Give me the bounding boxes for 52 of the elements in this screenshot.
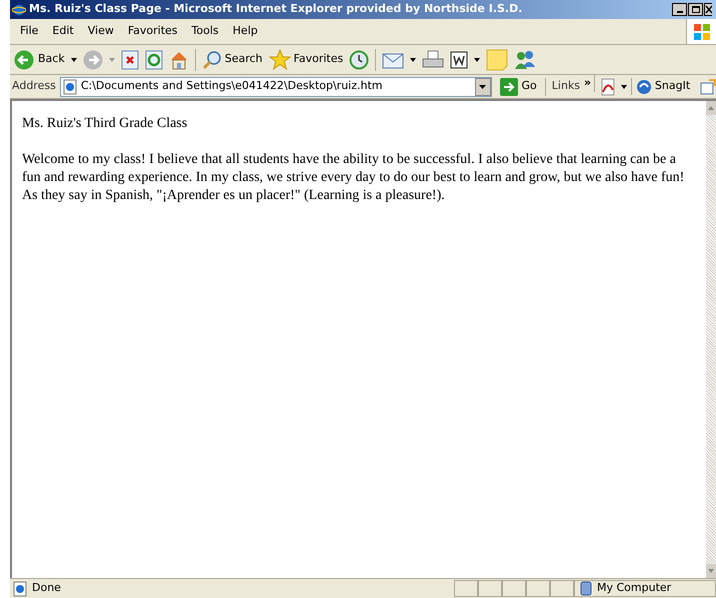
home-icon[interactable] <box>168 50 189 70</box>
menu-item[interactable]: Help <box>226 23 265 40</box>
zone-text: My Computer <box>597 580 672 596</box>
menu-item[interactable]: View <box>80 23 121 40</box>
history-icon[interactable] <box>349 50 370 70</box>
dropdown-icon <box>479 84 486 88</box>
menu-item[interactable]: File <box>13 23 46 40</box>
people-icon[interactable] <box>514 50 536 70</box>
address-label: Address <box>12 78 56 94</box>
search-button[interactable]: Search <box>202 50 263 70</box>
browser-icon <box>12 2 26 16</box>
menu-item[interactable]: Favorites <box>120 23 185 40</box>
maximize-icon <box>692 6 700 13</box>
links-label[interactable]: Links <box>550 78 580 95</box>
dropdown-icon[interactable] <box>70 58 77 62</box>
back-button[interactable]: Back <box>14 50 65 70</box>
chevron-button[interactable]: » <box>584 75 596 92</box>
mail-icon[interactable] <box>382 50 404 68</box>
menu-item[interactable]: Tools <box>184 23 226 40</box>
dropdown-icon[interactable] <box>410 58 416 62</box>
computer-icon <box>579 581 593 596</box>
search-icon <box>202 50 222 70</box>
scrollbar[interactable] <box>706 101 716 578</box>
dropdown-button[interactable] <box>474 78 491 96</box>
go-button[interactable]: Go <box>496 78 546 96</box>
page-icon <box>62 78 78 94</box>
arrow-right-icon <box>500 78 518 96</box>
maximize-button[interactable] <box>688 3 703 16</box>
close-icon <box>705 4 712 15</box>
stop-icon[interactable] <box>120 50 139 70</box>
snagit-button[interactable]: SnagIt <box>630 78 690 95</box>
favorites-button[interactable]: Favorites <box>268 48 344 70</box>
dropdown-icon[interactable] <box>474 58 480 62</box>
address-field[interactable]: C:\Documents and Settings\e041422\Desktop\ruiz.htm <box>60 76 492 96</box>
menu-item[interactable]: Edit <box>45 23 81 40</box>
status-text: Done <box>32 580 61 596</box>
page-heading: Ms. Ruiz's Third Grade Class <box>22 115 188 133</box>
close-button[interactable] <box>704 3 712 16</box>
paragraph: Welcome to my class! I believe that all students have the ability to be successful. I also believe that learning can be a fun and rewarding experience. In my class, we strive every day to do our best to learn and grow, but we also have fun! As they say in Spanish, "¡Aprender es un placer!" (Learning is a pleasure!). <box>22 151 686 205</box>
swirl-icon <box>636 78 652 94</box>
printer-icon[interactable] <box>422 50 444 70</box>
minimize-icon <box>676 11 682 13</box>
dropdown-icon[interactable] <box>620 84 627 88</box>
page-icon <box>12 580 28 596</box>
refresh-icon[interactable] <box>144 50 163 70</box>
window-title: Ms. Ruiz's Class Page - Microsoft Internet Explorer provided by Northside I.S.D. <box>29 1 524 18</box>
minimize-button[interactable] <box>672 3 687 16</box>
scroll-down-icon[interactable] <box>706 564 716 578</box>
scroll-up-icon[interactable] <box>706 101 716 115</box>
windows-logo-icon <box>692 22 710 40</box>
word-document-icon[interactable] <box>450 50 468 68</box>
star-icon <box>268 48 291 70</box>
